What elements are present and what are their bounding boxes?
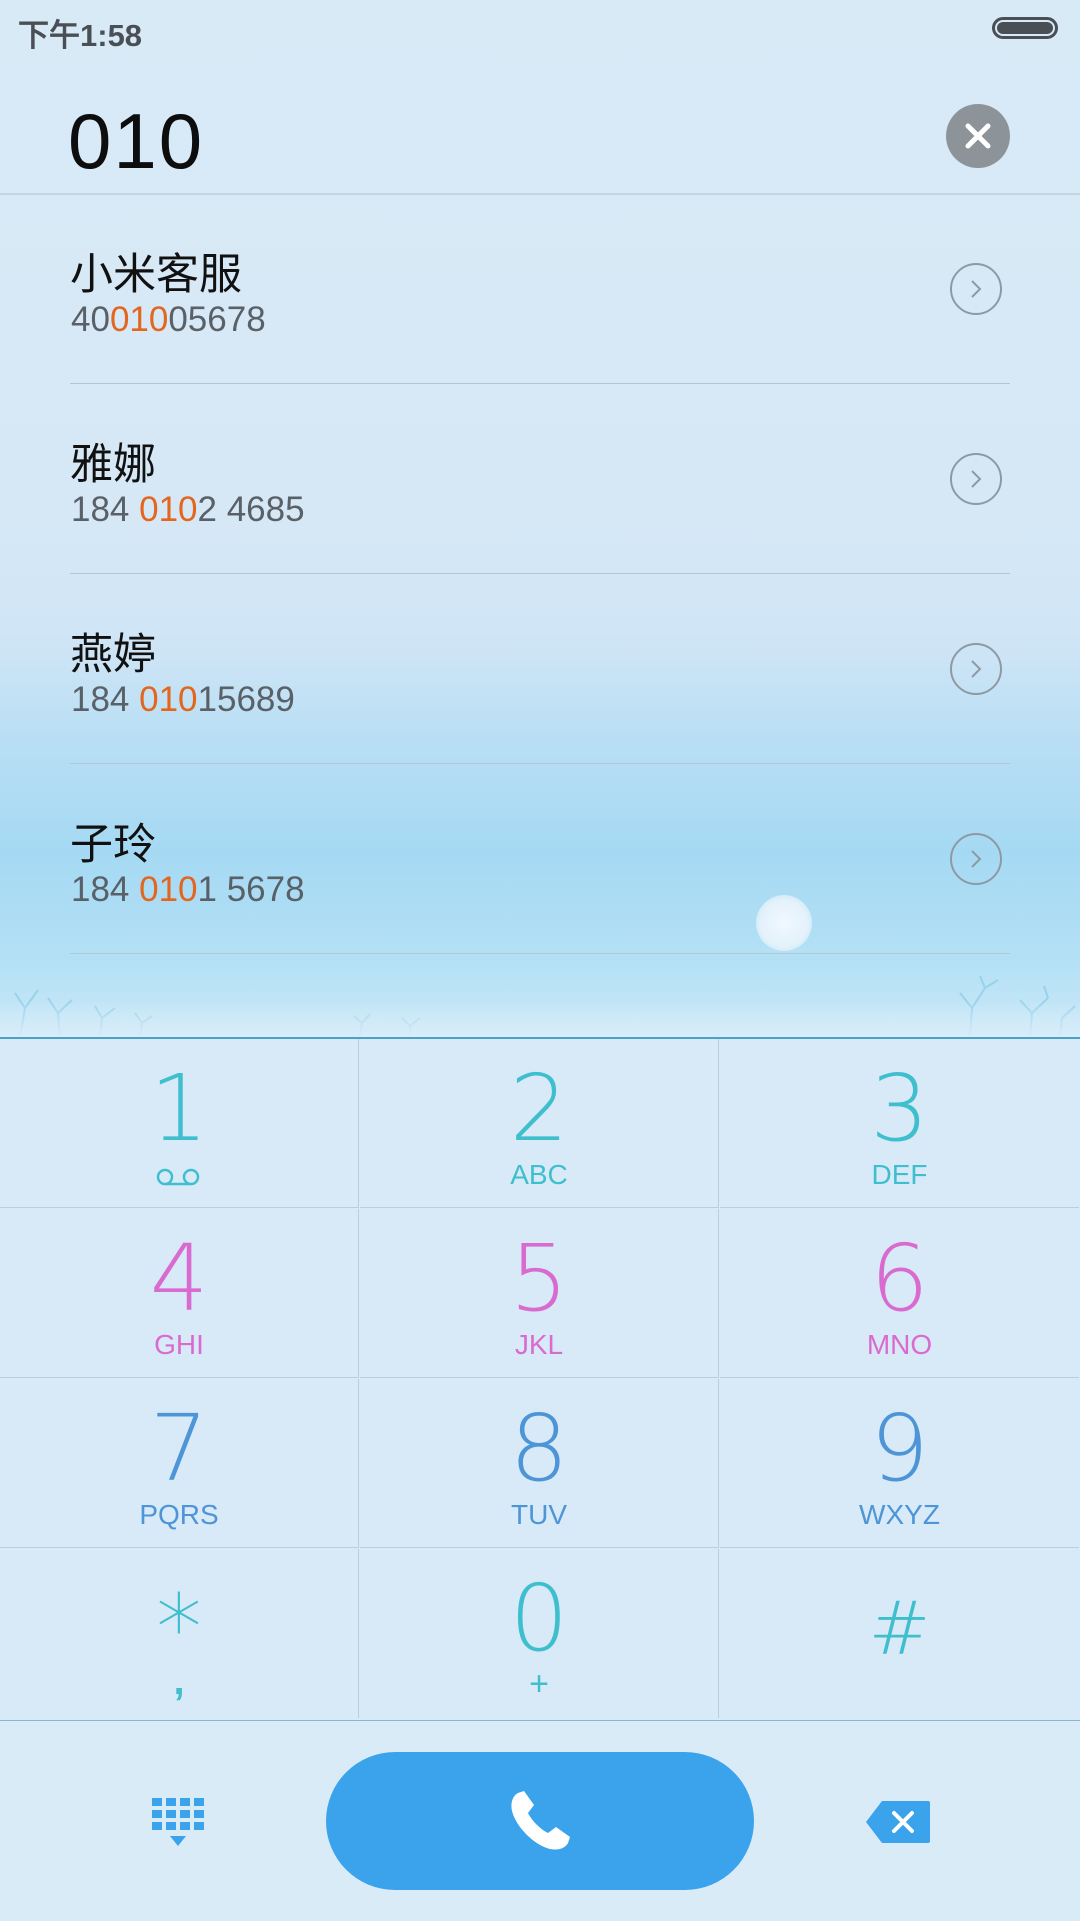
contact-name: 小米客服 <box>70 251 242 299</box>
backspace-button[interactable] <box>864 1799 932 1845</box>
key-9[interactable]: 9 WXYZ <box>720 1379 1079 1548</box>
key-letters: WXYZ <box>859 1499 940 1530</box>
key-digit: 8 <box>509 1395 569 1502</box>
key-letters: MNO <box>866 1329 933 1360</box>
dial-keypad: 1 2 ABC 3 DEF 4 GHI 5 JKL 6 MNO 7 PQRS 8… <box>0 1039 1080 1720</box>
battery-icon <box>992 17 1058 39</box>
list-item[interactable]: 子玲 184 0101 5678 <box>70 764 1010 954</box>
chevron-right-icon <box>971 660 982 678</box>
contact-number: 4001005678 <box>71 300 266 339</box>
key-letters: TUV <box>511 1499 567 1530</box>
status-time: 下午1:58 <box>18 18 143 53</box>
key-0[interactable]: 0 + <box>360 1549 719 1718</box>
key-digit: # <box>868 1586 931 1672</box>
contact-number: 184 0102 4685 <box>71 490 305 529</box>
chevron-right-icon <box>971 850 982 868</box>
contact-detail-button[interactable] <box>950 643 1002 695</box>
contact-name: 燕婷 <box>70 631 156 679</box>
key-digit: 7 <box>149 1395 209 1502</box>
key-digit: 9 <box>870 1395 929 1502</box>
key-digit: 4 <box>149 1225 209 1332</box>
contact-detail-button[interactable] <box>950 263 1002 315</box>
call-button[interactable] <box>326 1752 754 1890</box>
contact-name: 子玲 <box>70 821 156 869</box>
key-hash[interactable]: # <box>720 1549 1079 1718</box>
key-digit: 6 <box>870 1225 929 1332</box>
keypad-toggle-button[interactable] <box>150 1796 206 1848</box>
key-letters: ABC <box>510 1159 568 1190</box>
key-digit: 1 <box>149 1055 209 1162</box>
keypad-icon <box>152 1798 204 1846</box>
dialed-number-display[interactable]: 010 <box>68 96 204 187</box>
key-letters: JKL <box>514 1329 564 1360</box>
key-2[interactable]: 2 ABC <box>360 1039 719 1208</box>
contact-name: 雅娜 <box>70 441 156 489</box>
key-6[interactable]: 6 MNO <box>720 1209 1079 1378</box>
contact-detail-button[interactable] <box>950 833 1002 885</box>
contact-number: 184 0101 5678 <box>71 870 305 909</box>
key-digit: 5 <box>509 1225 569 1332</box>
haze-decoration <box>0 1000 1080 1038</box>
chevron-right-icon <box>971 280 982 298</box>
voicemail-icon <box>156 1168 200 1186</box>
phone-icon <box>511 1791 570 1850</box>
key-digit: 2 <box>509 1055 569 1162</box>
key-letters: PQRS <box>139 1499 219 1530</box>
list-divider <box>70 953 1010 954</box>
key-star[interactable]: * , <box>0 1549 359 1718</box>
contact-detail-button[interactable] <box>950 453 1002 505</box>
key-5[interactable]: 5 JKL <box>360 1209 719 1378</box>
key-digit: 3 <box>870 1055 929 1162</box>
list-item[interactable]: 燕婷 184 01015689 <box>70 574 1010 764</box>
key-3[interactable]: 3 DEF <box>720 1039 1079 1208</box>
key-letters: + <box>529 1665 549 1703</box>
list-item[interactable]: 雅娜 184 0102 4685 <box>70 384 1010 574</box>
key-letters: GHI <box>154 1329 204 1360</box>
dialer-action-bar <box>0 1720 1080 1921</box>
key-letters: DEF <box>871 1159 928 1190</box>
key-letters: , <box>173 1659 185 1703</box>
key-1[interactable]: 1 <box>0 1039 359 1208</box>
clear-input-button[interactable] <box>946 104 1010 168</box>
key-8[interactable]: 8 TUV <box>360 1379 719 1548</box>
key-7[interactable]: 7 PQRS <box>0 1379 359 1548</box>
close-icon <box>965 123 991 149</box>
chevron-right-icon <box>971 470 982 488</box>
key-4[interactable]: 4 GHI <box>0 1209 359 1378</box>
backspace-icon <box>866 1801 930 1843</box>
contact-number: 184 01015689 <box>71 680 295 719</box>
list-item[interactable]: 小米客服 4001005678 <box>70 194 1010 384</box>
key-digit: 0 <box>509 1565 569 1672</box>
